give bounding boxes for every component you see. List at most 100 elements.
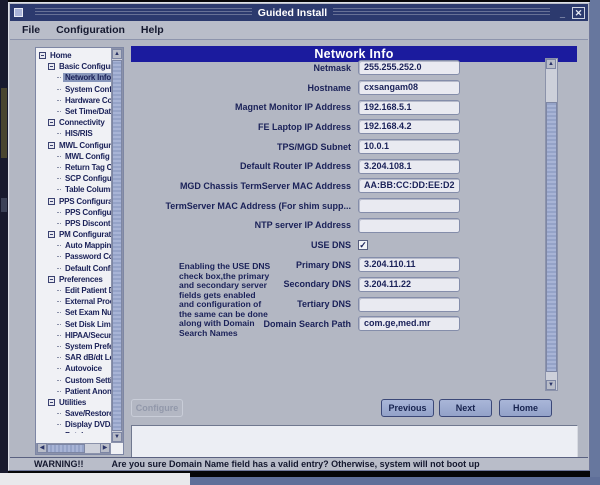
tree-item-default-configurat[interactable]: Default Configurat — [36, 263, 111, 274]
tree-collapse-icon[interactable] — [39, 52, 46, 59]
domain-search-path-input[interactable]: com.ge,med.mr — [358, 316, 460, 331]
minimize-button[interactable]: _ — [556, 7, 569, 19]
tree-item-label: Edit Patient Data — [63, 286, 111, 295]
tree-item-network-info[interactable]: Network Info — [36, 72, 111, 83]
hostname-input[interactable]: cxsangam08 — [358, 80, 460, 95]
netmask-input[interactable]: 255.255.252.0 — [358, 60, 460, 75]
tree-horizontal-scrollbar[interactable]: ◀ ▶ — [36, 443, 111, 454]
tree-item-edit-patient-data[interactable]: Edit Patient Data — [36, 285, 111, 296]
tree-item-pps-configure[interactable]: PPS Configure — [36, 207, 111, 218]
tree-item-utilities[interactable]: Utilities — [36, 397, 111, 408]
warning-bar: WARNING!! Are you sure Domain Name field… — [10, 457, 588, 469]
tree-vertical-scrollbar[interactable]: ▲ ▼ — [111, 48, 123, 443]
tree-collapse-icon[interactable] — [48, 198, 55, 205]
tree-item-pps-configuration[interactable]: PPS Configuration — [36, 195, 111, 206]
message-box — [131, 425, 578, 458]
field-label: Default Router IP Address — [131, 161, 358, 171]
scroll-down-icon[interactable]: ▼ — [112, 432, 122, 442]
menu-help[interactable]: Help — [141, 24, 164, 36]
tree-item-hipaa-security[interactable]: HIPAA/Security — [36, 330, 111, 341]
form-scrollbar-thumb[interactable] — [546, 102, 557, 372]
tree-item-external-product-c[interactable]: External Product C — [36, 296, 111, 307]
desktop-artifact — [1, 88, 7, 158]
tree-leaf-tick-icon — [57, 413, 61, 414]
tree-item-set-exam-number[interactable]: Set Exam Number — [36, 307, 111, 318]
tree-item-connectivity[interactable]: Connectivity — [36, 117, 111, 128]
tree-collapse-icon[interactable] — [48, 142, 55, 149]
tree-collapse-icon[interactable] — [48, 276, 55, 283]
tree-item-patches[interactable]: Patches — [36, 430, 111, 433]
close-button[interactable]: ✕ — [572, 7, 585, 19]
form-vertical-scrollbar[interactable]: ▲ ▼ — [545, 58, 558, 391]
tree-item-system-configure[interactable]: System Configure — [36, 84, 111, 95]
tree-item-sar-db-dt-level[interactable]: SAR dB/dt Level — [36, 352, 111, 363]
tree-item-pps-discontinue-re[interactable]: PPS Discontinue Re — [36, 218, 111, 229]
tertiary-dns-input[interactable] — [358, 297, 460, 312]
tree-item-home[interactable]: Home — [36, 50, 111, 61]
previous-button[interactable]: Previous — [381, 399, 434, 417]
tree-item-patient-anonymiza[interactable]: Patient Anonymiza — [36, 386, 111, 397]
tree-item-hardware-configur[interactable]: Hardware Configur — [36, 95, 111, 106]
tree-item-mwl-config-detail[interactable]: MWL Config Detail — [36, 151, 111, 162]
desktop-artifact — [1, 198, 7, 212]
warning-message: Are you sure Domain Name field has a val… — [112, 459, 480, 469]
tree-item-auto-mapping-con[interactable]: Auto Mapping Con — [36, 240, 111, 251]
tree-panel: HomeBasic ConfigurationNetwork Info Syste… — [35, 47, 124, 455]
scroll-left-icon[interactable]: ◀ — [37, 443, 47, 453]
tree-item-password-configur[interactable]: Password Configur — [36, 251, 111, 262]
tree-item-scp-configure[interactable]: SCP Configure — [36, 173, 111, 184]
tree-collapse-icon[interactable] — [48, 399, 55, 406]
tree-collapse-icon[interactable] — [48, 231, 55, 238]
menu-configuration[interactable]: Configuration — [56, 24, 125, 36]
field-label: FE Laptop IP Address — [131, 122, 358, 132]
tree-item-basic-configuration[interactable]: Basic Configuration — [36, 61, 111, 72]
scroll-up-icon[interactable]: ▲ — [546, 59, 556, 69]
tree-item-system-preferences[interactable]: System Preferences — [36, 341, 111, 352]
tree-item-display-dvd-cd-r[interactable]: Display DVD/CD-R — [36, 419, 111, 430]
desktop-bottom-window-edge — [0, 473, 190, 485]
tree-item-set-disk-limit[interactable]: Set Disk Limit — [36, 319, 111, 330]
home-button[interactable]: Home — [499, 399, 552, 417]
tree-item-his-ris[interactable]: HIS/RIS — [36, 128, 111, 139]
termserver-mac-address-for-shim-supp-input[interactable] — [358, 198, 460, 213]
tree-item-save-restore[interactable]: Save/Restore — [36, 408, 111, 419]
tree-item-label: PM Configuration — [57, 230, 111, 239]
tree-item-return-tag-config[interactable]: Return Tag Config — [36, 162, 111, 173]
tree-item-pm-configuration[interactable]: PM Configuration — [36, 229, 111, 240]
configure-button[interactable]: Configure — [131, 399, 183, 417]
tree-item-label: Auto Mapping Con — [63, 241, 111, 250]
tree-item-label: MWL Configuration — [57, 141, 111, 150]
fe-laptop-ip-address-input[interactable]: 192.168.4.2 — [358, 119, 460, 134]
secondary-dns-input[interactable]: 3.204.11.22 — [358, 277, 460, 292]
warning-label: WARNING!! — [34, 459, 84, 469]
mgd-chassis-termserver-mac-address-input[interactable]: AA:BB:CC:DD:EE:D2 — [358, 178, 460, 193]
tree-collapse-icon[interactable] — [48, 119, 55, 126]
tree-item-label: Network Info — [63, 73, 111, 82]
tree-item-custom-settings[interactable]: Custom Settings — [36, 374, 111, 385]
tree-item-label: Table Column Sele — [63, 185, 111, 194]
default-router-ip-address-input[interactable]: 3.204.108.1 — [358, 159, 460, 174]
magnet-monitor-ip-address-input[interactable]: 192.168.5.1 — [358, 100, 460, 115]
menu-file[interactable]: File — [22, 24, 40, 36]
use-dns-checkbox[interactable]: ✓ — [358, 240, 368, 250]
field-label: USE DNS — [131, 240, 358, 250]
scroll-right-icon[interactable]: ▶ — [100, 443, 110, 453]
tree-scrollbar-thumb[interactable] — [112, 60, 122, 431]
tree-collapse-icon[interactable] — [48, 63, 55, 70]
tree-item-mwl-configuration[interactable]: MWL Configuration — [36, 140, 111, 151]
tree-leaf-tick-icon — [57, 368, 61, 369]
primary-dns-input[interactable]: 3.204.110.11 — [358, 257, 460, 272]
tree-item-autovoice[interactable]: Autovoice — [36, 363, 111, 374]
ntp-server-ip-address-input[interactable] — [358, 218, 460, 233]
tree-item-label: MWL Config Detail — [63, 152, 111, 161]
tree-item-table-column-sele[interactable]: Table Column Sele — [36, 184, 111, 195]
scroll-up-icon[interactable]: ▲ — [112, 49, 122, 59]
next-button[interactable]: Next — [439, 399, 492, 417]
titlebar[interactable]: Guided Install _ ✕ — [10, 4, 588, 21]
tree-item-preferences[interactable]: Preferences — [36, 274, 111, 285]
tree-item-set-time-date[interactable]: Set Time/Date — [36, 106, 111, 117]
scroll-down-icon[interactable]: ▼ — [546, 380, 556, 390]
tree-hscrollbar-thumb[interactable] — [47, 444, 85, 453]
tps-mgd-subnet-input[interactable]: 10.0.1 — [358, 139, 460, 154]
tree-leaf-tick-icon — [57, 77, 61, 78]
